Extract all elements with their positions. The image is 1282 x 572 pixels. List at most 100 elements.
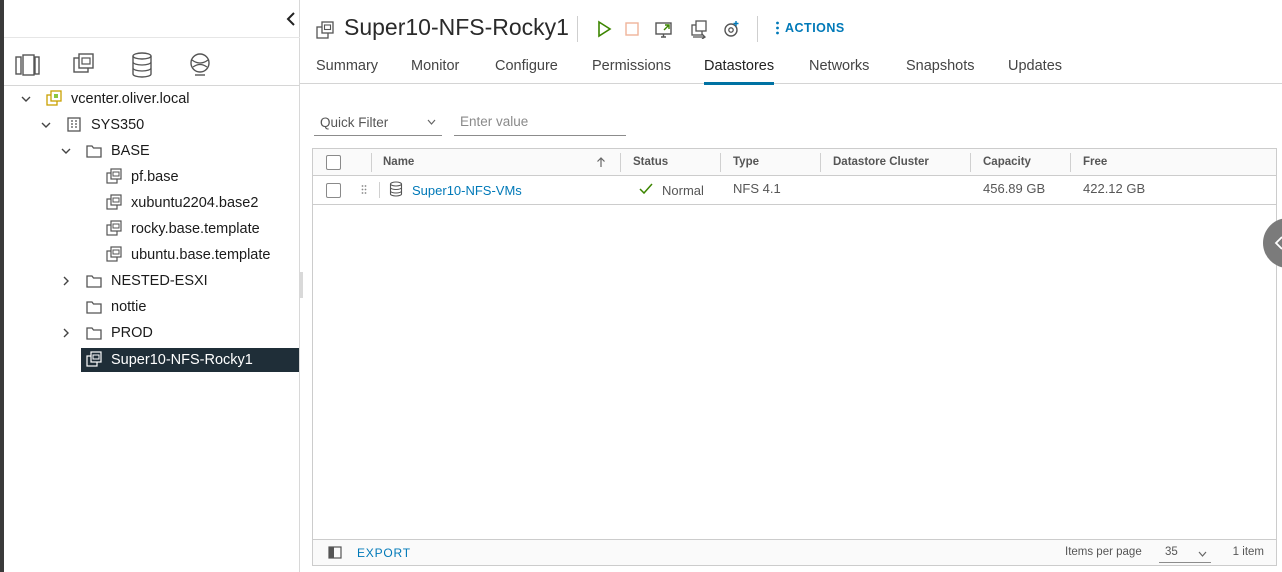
actions-label: ACTIONS xyxy=(785,21,845,35)
tab-permissions[interactable]: Permissions xyxy=(592,58,671,84)
tree-label-item: pf.base xyxy=(131,169,179,185)
folder-icon xyxy=(86,145,102,158)
type-value: NFS 4.1 xyxy=(733,181,781,196)
tab-networks[interactable]: Networks xyxy=(809,58,869,84)
template-icon xyxy=(106,194,122,210)
folder-icon xyxy=(86,301,102,314)
tree-label-base: BASE xyxy=(111,143,150,159)
toolbar-divider xyxy=(757,16,758,42)
folder-icon xyxy=(86,327,102,340)
chevron-right-icon[interactable] xyxy=(60,275,72,287)
column-header-status[interactable]: Status xyxy=(633,156,668,168)
vm-icon xyxy=(86,351,102,367)
drag-handle-icon[interactable] xyxy=(361,184,367,195)
tree-label-selected-vm: Super10-NFS-Rocky1 xyxy=(111,352,253,368)
tab-summary[interactable]: Summary xyxy=(316,58,378,84)
items-per-page-select[interactable]: 35 xyxy=(1159,543,1211,563)
tree-node-template[interactable]: rocky.base.template xyxy=(4,217,300,241)
launch-console-icon[interactable] xyxy=(654,19,674,39)
tree-node-vm[interactable]: xubuntu2204.base2 xyxy=(4,191,300,215)
tree-label-item: rocky.base.template xyxy=(131,221,260,237)
inventory-navigator: vcenter.oliver.local SYS350 BASE pf.base xyxy=(4,0,303,572)
column-toggle-icon[interactable] xyxy=(328,546,342,559)
check-icon xyxy=(639,183,653,195)
items-per-page-label: Items per page xyxy=(1065,546,1142,558)
template-icon xyxy=(106,168,122,184)
items-per-page-value: 35 xyxy=(1165,546,1178,558)
column-header-datastore-cluster[interactable]: Datastore Cluster xyxy=(833,156,929,168)
tree-node-template[interactable]: ubuntu.base.template xyxy=(4,243,300,267)
hosts-clusters-icon[interactable] xyxy=(14,50,42,80)
datastore-icon xyxy=(389,181,403,197)
tree-node-nottie-folder[interactable]: nottie xyxy=(4,295,300,319)
template-icon xyxy=(106,246,122,262)
object-tabs: Summary Monitor Configure Permissions Da… xyxy=(300,56,1282,85)
tree-node-nested-folder[interactable]: NESTED-ESXI xyxy=(4,269,300,293)
select-all-checkbox[interactable] xyxy=(326,155,341,170)
column-separator xyxy=(371,153,372,172)
datacenter-icon xyxy=(67,117,81,132)
export-button[interactable]: EXPORT xyxy=(357,546,411,560)
status-value: Normal xyxy=(662,183,704,198)
tab-snapshots[interactable]: Snapshots xyxy=(906,58,975,84)
tree-node-selected-vm[interactable]: Super10-NFS-Rocky1 xyxy=(81,348,299,372)
more-vertical-icon xyxy=(776,21,779,35)
chevron-down-icon xyxy=(427,119,436,125)
tree-label-nested: NESTED-ESXI xyxy=(111,273,208,289)
column-header-type[interactable]: Type xyxy=(733,156,759,168)
column-separator[interactable] xyxy=(720,153,721,172)
chevron-down-icon xyxy=(1198,551,1207,557)
template-icon xyxy=(106,220,122,236)
page-title: Super10-NFS-Rocky1 xyxy=(344,14,569,40)
storage-icon[interactable] xyxy=(128,50,156,80)
column-separator[interactable] xyxy=(820,153,821,172)
vsphere-client: vcenter.oliver.local SYS350 BASE pf.base xyxy=(0,0,1282,572)
collapse-navigator-icon[interactable] xyxy=(284,11,298,27)
tree-node-datacenter[interactable]: SYS350 xyxy=(4,113,300,137)
datastore-name-link[interactable]: Super10-NFS-VMs xyxy=(412,183,522,198)
column-header-free[interactable]: Free xyxy=(1083,156,1107,168)
filter-value-input[interactable] xyxy=(454,108,626,136)
navigator-tabs xyxy=(4,38,300,86)
chevron-right-icon[interactable] xyxy=(60,327,72,339)
grid-footer: EXPORT Items per page 35 1 item xyxy=(313,539,1276,565)
folder-icon xyxy=(86,275,102,288)
chevron-down-icon[interactable] xyxy=(20,93,32,105)
chevron-down-icon[interactable] xyxy=(60,145,72,157)
networking-icon[interactable] xyxy=(186,50,214,80)
item-count: 1 item xyxy=(1232,546,1264,558)
power-off-icon[interactable] xyxy=(622,19,642,39)
object-header: Super10-NFS-Rocky1 ACTIONS xyxy=(300,0,1282,56)
vm-icon xyxy=(316,21,334,39)
free-value: 422.12 GB xyxy=(1083,181,1146,196)
tab-datastores[interactable]: Datastores xyxy=(704,58,775,85)
chevron-down-icon[interactable] xyxy=(40,119,52,131)
quick-filter-label: Quick Filter xyxy=(320,115,389,130)
column-separator[interactable] xyxy=(1070,153,1071,172)
vm-settings-icon[interactable] xyxy=(722,19,742,39)
tab-monitor[interactable]: Monitor xyxy=(411,58,459,84)
tree-node-vm[interactable]: pf.base xyxy=(4,165,300,189)
migrate-icon[interactable] xyxy=(689,19,709,39)
power-on-icon[interactable] xyxy=(594,19,614,39)
column-separator[interactable] xyxy=(970,153,971,172)
tree-node-prod-folder[interactable]: PROD xyxy=(4,321,300,345)
sort-ascending-icon[interactable] xyxy=(596,157,606,168)
actions-menu-button[interactable]: ACTIONS xyxy=(776,21,845,35)
datastores-grid: Name Status Type Datastore Cluster Capac… xyxy=(312,148,1277,566)
tab-updates[interactable]: Updates xyxy=(1008,58,1062,84)
main-content: Super10-NFS-Rocky1 ACTIONS Summary Monit… xyxy=(300,0,1282,572)
row-checkbox[interactable] xyxy=(326,183,341,198)
table-row[interactable]: Super10-NFS-VMs Normal NFS 4.1 456.89 GB… xyxy=(313,176,1276,205)
column-header-name[interactable]: Name xyxy=(383,156,414,168)
tree-node-vcenter[interactable]: vcenter.oliver.local xyxy=(4,87,300,111)
chevron-left-icon xyxy=(1274,236,1282,250)
column-separator[interactable] xyxy=(620,153,621,172)
column-header-capacity[interactable]: Capacity xyxy=(983,156,1031,168)
grid-header: Name Status Type Datastore Cluster Capac… xyxy=(313,149,1276,176)
tab-configure[interactable]: Configure xyxy=(495,58,558,84)
tree-node-base-folder[interactable]: BASE xyxy=(4,139,300,163)
quick-filter-select[interactable]: Quick Filter xyxy=(314,108,442,136)
vms-templates-icon[interactable] xyxy=(70,50,98,80)
tree-label-item: ubuntu.base.template xyxy=(131,247,271,263)
